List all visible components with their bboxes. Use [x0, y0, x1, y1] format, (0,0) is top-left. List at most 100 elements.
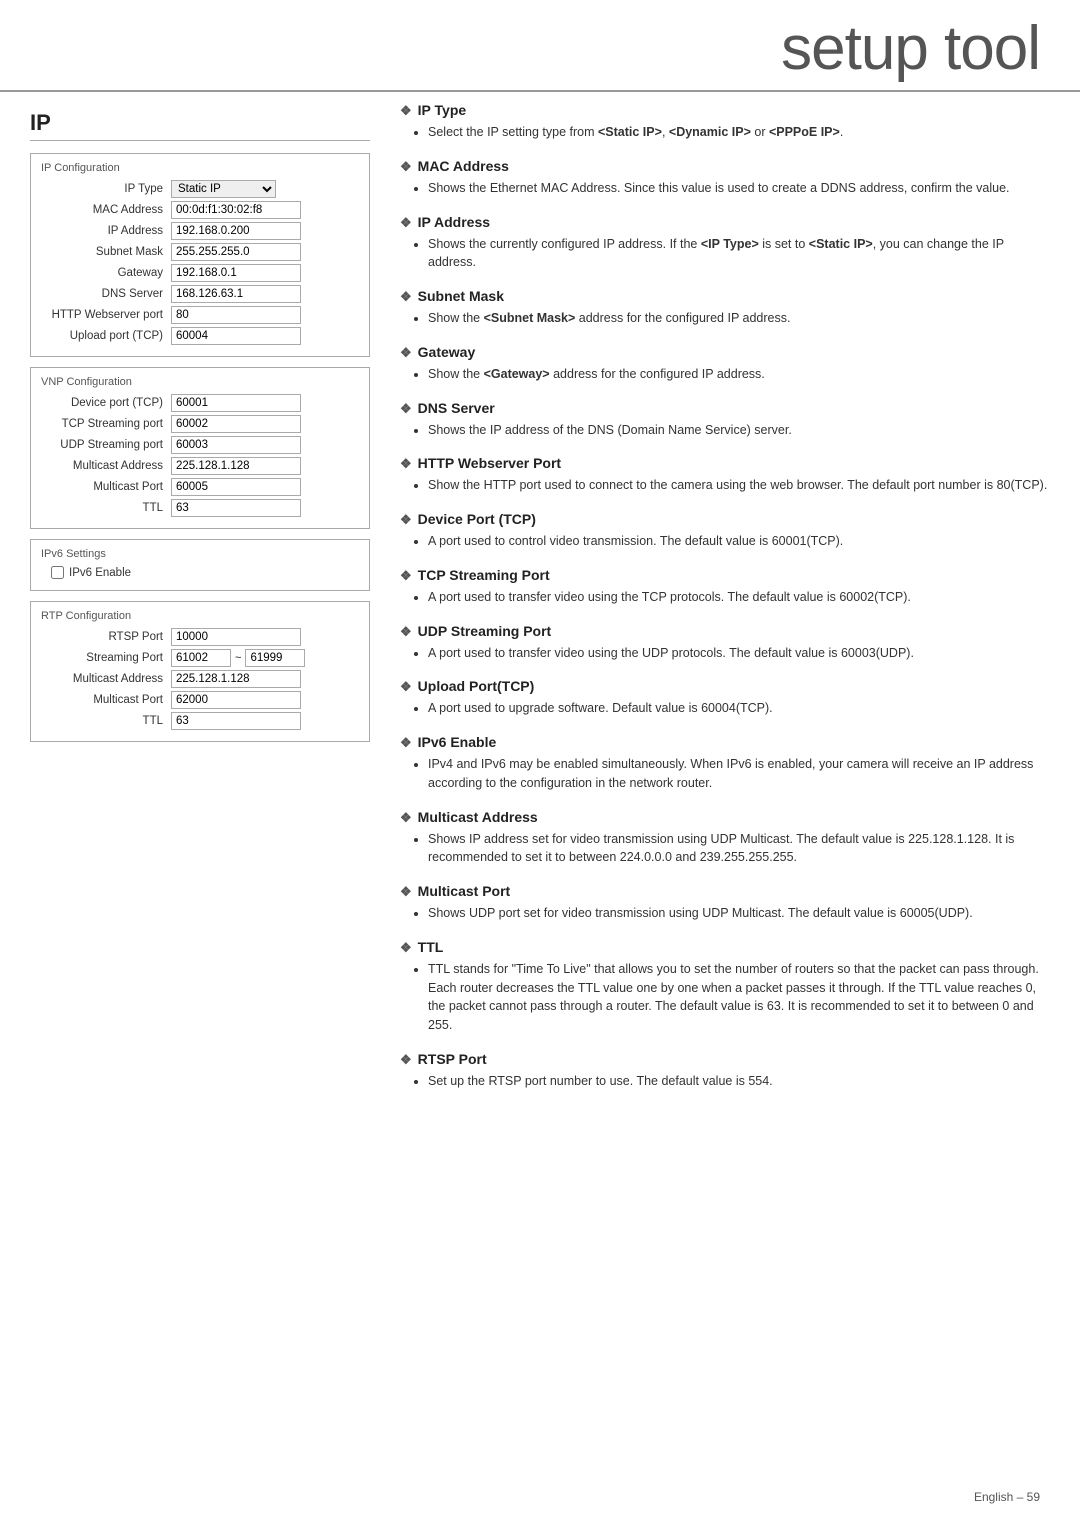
- ip-configuration-panel: IP Configuration IP Type Static IP Dynam…: [30, 153, 370, 357]
- topic-heading: MAC Address: [418, 158, 509, 174]
- diamond-icon: ❖: [400, 735, 412, 751]
- topic-title-device-port-tcp: ❖Device Port (TCP): [400, 511, 1050, 528]
- streaming-port-from-input[interactable]: [171, 649, 231, 667]
- topic-heading: Subnet Mask: [418, 288, 504, 304]
- topic-title-multicast-port: ❖Multicast Port: [400, 883, 1050, 900]
- section-title: IP: [30, 110, 370, 141]
- vnp-configuration-panel: VNP Configuration Device port (TCP) TCP …: [30, 367, 370, 529]
- list-item: A port used to upgrade software. Default…: [428, 699, 1050, 718]
- subnet-mask-input[interactable]: [171, 243, 301, 261]
- topic-device-port-tcp: ❖Device Port (TCP) A port used to control…: [400, 511, 1050, 551]
- topic-heading: Device Port (TCP): [418, 511, 536, 527]
- gateway-label: Gateway: [41, 267, 171, 279]
- diamond-icon: ❖: [400, 103, 412, 119]
- topic-multicast-port: ❖Multicast Port Shows UDP port set for vi…: [400, 883, 1050, 923]
- device-port-tcp-input[interactable]: [171, 394, 301, 412]
- device-port-tcp-label: Device port (TCP): [41, 397, 171, 409]
- topic-http-webserver-port: ❖ HTTP Webserver Port Show the HTTP port u…: [400, 455, 1050, 495]
- topic-ip-type: ❖IP TypeSelect the IP setting type from …: [400, 102, 1050, 142]
- http-port-row: HTTP Webserver port: [41, 306, 359, 324]
- topic-title-ttl: ❖TTL: [400, 939, 1050, 956]
- diamond-icon: ❖: [400, 456, 412, 472]
- diamond-icon: ❖: [400, 289, 412, 305]
- header: setup tool: [0, 0, 1080, 92]
- multicast-address-input[interactable]: [171, 457, 301, 475]
- mac-address-row: MAC Address: [41, 201, 359, 219]
- streaming-port-to-input[interactable]: [245, 649, 305, 667]
- list-item: Shows the Ethernet MAC Address. Since th…: [428, 179, 1050, 198]
- multicast-port-row: Multicast Port: [41, 478, 359, 496]
- topic-tcp-streaming-port: ❖TCP Streaming Port A port used to transf…: [400, 567, 1050, 607]
- topic-title-gateway: ❖Gateway: [400, 344, 1050, 361]
- topic-title-rtsp-port: ❖RTSP Port: [400, 1051, 1050, 1068]
- topic-heading: UDP Streaming Port: [418, 623, 552, 639]
- topic-ip-address: ❖IP AddressShows the currently configure…: [400, 214, 1050, 273]
- page-title: setup tool: [0, 18, 1040, 80]
- tcp-streaming-port-input[interactable]: [171, 415, 301, 433]
- ipv6-enable-checkbox[interactable]: [51, 566, 64, 579]
- list-item: Shows the currently configured IP addres…: [428, 235, 1050, 273]
- diamond-icon: ❖: [400, 940, 412, 956]
- upload-port-input[interactable]: [171, 327, 301, 345]
- udp-streaming-port-input[interactable]: [171, 436, 301, 454]
- topic-title-subnet-mask: ❖ Subnet Mask: [400, 288, 1050, 305]
- topic-heading: IPv6 Enable: [418, 734, 497, 750]
- topic-title-tcp-streaming-port: ❖TCP Streaming Port: [400, 567, 1050, 584]
- ipv6-enable-checkbox-label: IPv6 Enable: [69, 567, 131, 579]
- dns-server-input[interactable]: [171, 285, 301, 303]
- list-item: TTL stands for "Time To Live" that allow…: [428, 960, 1050, 1035]
- topic-bullets-dns-server: Shows the IP address of the DNS (Domain …: [400, 421, 1050, 440]
- topic-heading: RTSP Port: [418, 1051, 487, 1067]
- http-port-input[interactable]: [171, 306, 301, 324]
- diamond-icon: ❖: [400, 679, 412, 695]
- list-item: Shows UDP port set for video transmissio…: [428, 904, 1050, 923]
- list-item: Shows the IP address of the DNS (Domain …: [428, 421, 1050, 440]
- topic-title-multicast-address: ❖Multicast Address: [400, 809, 1050, 826]
- multicast-port-input[interactable]: [171, 478, 301, 496]
- topic-bullets-http-webserver-port: Show the HTTP port used to connect to th…: [400, 476, 1050, 495]
- topic-bullets-mac-address: Shows the Ethernet MAC Address. Since th…: [400, 179, 1050, 198]
- ipv6-panel-title: IPv6 Settings: [41, 548, 359, 560]
- mac-address-label: MAC Address: [41, 204, 171, 216]
- topic-title-http-webserver-port: ❖ HTTP Webserver Port: [400, 455, 1050, 472]
- rtp-ttl-input[interactable]: [171, 712, 301, 730]
- device-port-tcp-row: Device port (TCP): [41, 394, 359, 412]
- ip-address-input[interactable]: [171, 222, 301, 240]
- diamond-icon: ❖: [400, 568, 412, 584]
- topic-bullets-multicast-address: Shows IP address set for video transmiss…: [400, 830, 1050, 868]
- list-item: Show the <Subnet Mask> address for the c…: [428, 309, 1050, 328]
- gateway-input[interactable]: [171, 264, 301, 282]
- topic-bullets-rtsp-port: Set up the RTSP port number to use. The …: [400, 1072, 1050, 1091]
- right-column: ❖IP TypeSelect the IP setting type from …: [400, 92, 1050, 1107]
- topic-rtsp-port: ❖RTSP Port Set up the RTSP port number to…: [400, 1051, 1050, 1091]
- dns-server-row: DNS Server: [41, 285, 359, 303]
- multicast-address-label: Multicast Address: [41, 460, 171, 472]
- ipv6-configuration-panel: IPv6 Settings IPv6 Enable: [30, 539, 370, 591]
- diamond-icon: ❖: [400, 345, 412, 361]
- rtp-multicast-address-input[interactable]: [171, 670, 301, 688]
- ttl-label: TTL: [41, 502, 171, 514]
- rtp-multicast-port-row: Multicast Port: [41, 691, 359, 709]
- rtp-multicast-port-input[interactable]: [171, 691, 301, 709]
- diamond-icon: ❖: [400, 810, 412, 826]
- topic-multicast-address: ❖Multicast Address Shows IP address set f…: [400, 809, 1050, 868]
- multicast-port-label: Multicast Port: [41, 481, 171, 493]
- ttl-input[interactable]: [171, 499, 301, 517]
- list-item: A port used to transfer video using the …: [428, 588, 1050, 607]
- udp-streaming-port-row: UDP Streaming port: [41, 436, 359, 454]
- mac-address-input[interactable]: [171, 201, 301, 219]
- streaming-port-range: ~: [171, 649, 305, 667]
- topic-bullets-tcp-streaming-port: A port used to transfer video using the …: [400, 588, 1050, 607]
- tcp-streaming-port-row: TCP Streaming port: [41, 415, 359, 433]
- rtp-multicast-address-row: Multicast Address: [41, 670, 359, 688]
- diamond-icon: ❖: [400, 401, 412, 417]
- topic-bullets-device-port-tcp: A port used to control video transmissio…: [400, 532, 1050, 551]
- diamond-icon: ❖: [400, 215, 412, 231]
- topic-heading: HTTP Webserver Port: [418, 455, 561, 471]
- rtp-ttl-label: TTL: [41, 715, 171, 727]
- ip-type-select[interactable]: Static IP Dynamic IP PPPoE IP: [171, 180, 276, 198]
- topic-gateway: ❖Gateway Show the <Gateway> address for t…: [400, 344, 1050, 384]
- topic-title-dns-server: ❖DNS Server: [400, 400, 1050, 417]
- rtsp-port-input[interactable]: [171, 628, 301, 646]
- topic-bullets-gateway: Show the <Gateway> address for the confi…: [400, 365, 1050, 384]
